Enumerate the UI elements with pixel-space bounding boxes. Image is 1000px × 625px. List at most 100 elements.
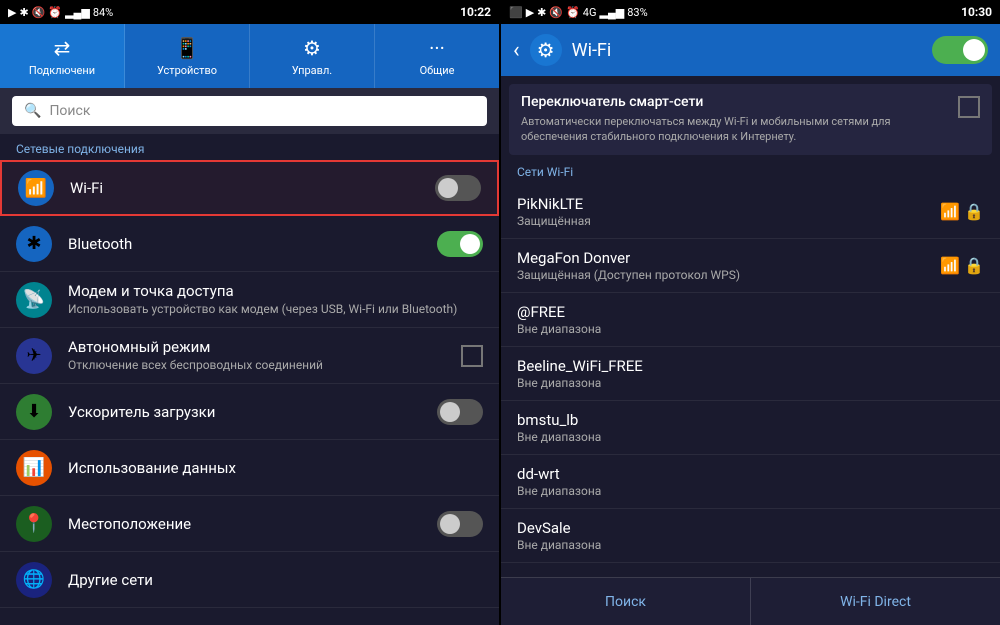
- tethering-item-text: Модем и точка доступа Использовать устро…: [68, 282, 483, 318]
- tab-bar: ⇄ Подключени 📱 Устройство ⚙ Управл. ··· …: [0, 24, 499, 88]
- wifi-item-text: Wi-Fi: [70, 179, 435, 197]
- right-battery-label: 83%: [627, 6, 647, 19]
- location-toggle[interactable]: [437, 511, 483, 537]
- right-status-bar: ⬛ ▶ ✱ 🔇 ⏰ 4G ▂▄▆ 83% 10:30: [501, 0, 1000, 24]
- smart-switch-checkbox[interactable]: [958, 96, 980, 118]
- wifi-toggle[interactable]: [435, 175, 481, 201]
- wifi-network-megafon[interactable]: MegaFon Donver Защищённая (Доступен прот…: [501, 239, 1000, 293]
- tab-general[interactable]: ··· Общие: [375, 24, 499, 88]
- right-bt-icon: ✱: [537, 6, 546, 19]
- wifi-network-ddwrt[interactable]: dd-wrt Вне диапазона: [501, 455, 1000, 509]
- data-usage-item-icon: 📊: [16, 450, 52, 486]
- beeline-text: Beeline_WiFi_FREE Вне диапазона: [517, 357, 984, 390]
- location-item-text: Местоположение: [68, 515, 437, 533]
- wifi-network-devsale[interactable]: DevSale Вне диапазона: [501, 509, 1000, 563]
- smart-switch-desc: Автоматически переключаться между Wi-Fi …: [521, 114, 948, 145]
- wifi-direct-button[interactable]: Wi-Fi Direct: [751, 578, 1000, 625]
- download-booster-toggle[interactable]: [437, 399, 483, 425]
- megafon-status: Защищённая (Доступен протокол WPS): [517, 268, 940, 282]
- left-status-bar: ▶ ✱ 🔇 ⏰ ▂▄▆ 84% 10:22: [0, 0, 499, 24]
- wifi-section-header: Сети Wi-Fi: [501, 159, 1000, 185]
- back-button[interactable]: ‹: [513, 38, 520, 63]
- wifi-settings-gear-icon[interactable]: ⚙: [530, 34, 562, 66]
- wifi-item-icon: 📶: [18, 170, 54, 206]
- tab-controls[interactable]: ⚙ Управл.: [250, 24, 375, 88]
- settings-item-tethering[interactable]: 📡 Модем и точка доступа Использовать уст…: [0, 272, 499, 328]
- wifi-main-toggle[interactable]: [932, 36, 988, 64]
- alarm-icon: ⏰: [48, 6, 62, 19]
- play-icon: ▶: [8, 6, 16, 19]
- wifi-network-list: PikNikLTE Защищённая 📶 🔒 MegaFon Donver …: [501, 185, 1000, 577]
- tab-controls-label: Управл.: [292, 64, 332, 77]
- airplane-item-subtitle: Отключение всех беспроводных соединений: [68, 358, 461, 374]
- airplane-item-text: Автономный режим Отключение всех беспров…: [68, 338, 461, 374]
- settings-item-data-usage[interactable]: 📊 Использование данных: [0, 440, 499, 496]
- signal-icon: ▂▄▆: [65, 6, 90, 19]
- time-left: 10:22: [460, 5, 491, 19]
- other-networks-title: Другие сети: [68, 571, 483, 589]
- search-button[interactable]: Поиск: [501, 578, 751, 625]
- tab-connections[interactable]: ⇄ Подключени: [0, 24, 125, 88]
- connections-icon: ⇄: [54, 36, 71, 60]
- airplane-item-icon: ✈: [16, 338, 52, 374]
- time-right: 10:30: [961, 5, 992, 19]
- download-icon: ⬇: [26, 401, 41, 422]
- network-type-label: 4G: [583, 6, 597, 19]
- download-booster-icon: ⬇: [16, 394, 52, 430]
- ddwrt-status: Вне диапазона: [517, 484, 984, 498]
- bluetooth-toggle[interactable]: [437, 231, 483, 257]
- wifi-bottom-buttons: Поиск Wi-Fi Direct: [501, 577, 1000, 625]
- bt-status-icon: ✱: [19, 6, 28, 19]
- tethering-item-subtitle: Использовать устройство как модем (через…: [68, 302, 483, 318]
- free-status: Вне диапазона: [517, 322, 984, 336]
- location-title: Местоположение: [68, 515, 437, 533]
- settings-item-location[interactable]: 📍 Местоположение: [0, 496, 499, 552]
- piknik-name: PikNikLTE: [517, 195, 940, 213]
- wifi-network-free[interactable]: @FREE Вне диапазона: [501, 293, 1000, 347]
- search-placeholder: Поиск: [49, 103, 90, 119]
- section-header-networks: Сетевые подключения: [0, 134, 499, 160]
- settings-item-download-booster[interactable]: ⬇ Ускоритель загрузки: [0, 384, 499, 440]
- download-booster-text: Ускоритель загрузки: [68, 403, 437, 421]
- wifi-item-title: Wi-Fi: [70, 179, 435, 197]
- devsale-name: DevSale: [517, 519, 984, 537]
- piknik-status: Защищённая: [517, 214, 940, 228]
- bmstu-text: bmstu_lb Вне диапазона: [517, 411, 984, 444]
- wifi-network-beeline[interactable]: Beeline_WiFi_FREE Вне диапазона: [501, 347, 1000, 401]
- right-play-icon: ▶: [526, 6, 534, 19]
- tab-device[interactable]: 📱 Устройство: [125, 24, 250, 88]
- wifi-network-bmstu[interactable]: bmstu_lb Вне диапазона: [501, 401, 1000, 455]
- wifi-settings-title: Wi-Fi: [572, 40, 922, 61]
- right-mute-icon: 🔇: [549, 6, 563, 19]
- settings-item-other-networks[interactable]: 🌐 Другие сети: [0, 552, 499, 608]
- device-icon: 📱: [175, 36, 200, 60]
- bluetooth-item-title: Bluetooth: [68, 235, 437, 253]
- smart-switch-title: Переключатель смарт-сети: [521, 94, 948, 110]
- airplane-item-title: Автономный режим: [68, 338, 461, 356]
- beeline-status: Вне диапазона: [517, 376, 984, 390]
- wifi-network-piknik[interactable]: PikNikLTE Защищённая 📶 🔒: [501, 185, 1000, 239]
- airplane-checkbox[interactable]: [461, 345, 483, 367]
- megafon-name: MegaFon Donver: [517, 249, 940, 267]
- megafon-lock-icon: 🔒: [964, 256, 984, 275]
- bluetooth-icon: ✱: [26, 233, 41, 254]
- data-usage-icon: 📊: [23, 457, 45, 478]
- settings-item-bluetooth[interactable]: ✱ Bluetooth: [0, 216, 499, 272]
- settings-item-airplane[interactable]: ✈ Автономный режим Отключение всех беспр…: [0, 328, 499, 384]
- search-icon: 🔍: [24, 103, 41, 119]
- free-text: @FREE Вне диапазона: [517, 303, 984, 336]
- wifi-icon: 📶: [25, 178, 47, 199]
- megafon-signal-icon: 📶: [940, 256, 960, 275]
- search-input[interactable]: 🔍 Поиск: [12, 96, 487, 126]
- megafon-signal: 📶 🔒: [940, 256, 984, 275]
- beeline-name: Beeline_WiFi_FREE: [517, 357, 984, 375]
- battery-label: 84%: [93, 6, 113, 19]
- data-usage-title: Использование данных: [68, 459, 483, 477]
- other-networks-item-icon: 🌐: [16, 562, 52, 598]
- settings-item-wifi[interactable]: 📶 Wi-Fi: [0, 160, 499, 216]
- ddwrt-text: dd-wrt Вне диапазона: [517, 465, 984, 498]
- tethering-item-title: Модем и точка доступа: [68, 282, 483, 300]
- devsale-status: Вне диапазона: [517, 538, 984, 552]
- general-icon: ···: [429, 36, 445, 60]
- status-icons-left: ▶ ✱ 🔇 ⏰ ▂▄▆ 84%: [8, 6, 113, 19]
